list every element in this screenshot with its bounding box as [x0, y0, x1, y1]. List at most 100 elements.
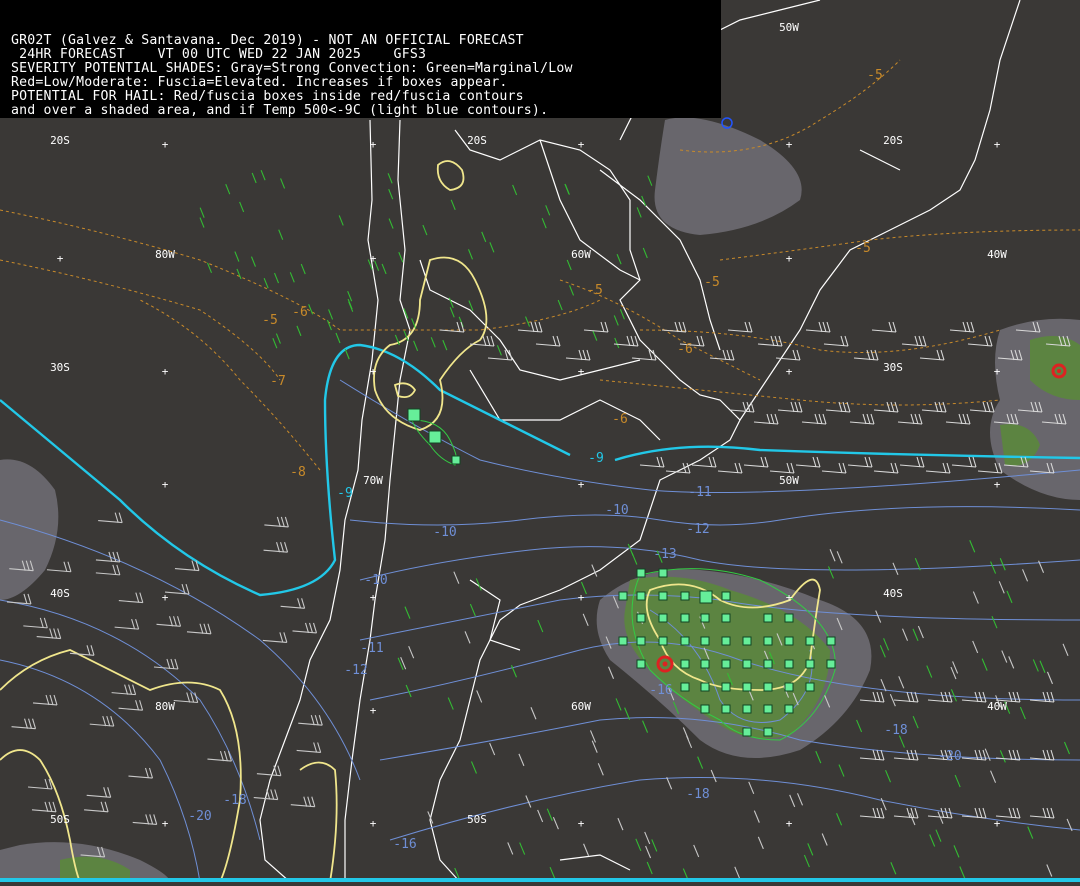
grid-cross: +	[578, 591, 585, 604]
grid-label: 30S	[883, 361, 903, 374]
wind-barb	[95, 564, 121, 576]
severity-box	[636, 613, 646, 623]
wind-barb	[27, 778, 53, 790]
grid-label: 60W	[571, 248, 591, 261]
wind-barb	[450, 199, 456, 211]
wind-barb	[1039, 660, 1046, 673]
wind-barb	[991, 615, 998, 629]
wind-barb	[496, 345, 502, 356]
wind-barb	[507, 842, 514, 855]
severity-box	[700, 659, 710, 669]
wind-barb	[935, 829, 942, 842]
severity-box	[636, 636, 646, 646]
wind-barb	[945, 413, 971, 425]
wind-barb	[847, 456, 873, 468]
severity-box	[742, 727, 752, 737]
wind-barb	[849, 413, 875, 425]
wind-barb	[743, 456, 769, 468]
severity-box	[618, 591, 628, 601]
wind-barb	[644, 831, 651, 845]
wind-barb	[264, 516, 289, 528]
wind-barb	[387, 173, 393, 184]
severity-box	[721, 613, 731, 623]
temp-label: -12	[344, 663, 367, 678]
wind-barb	[1006, 590, 1013, 604]
wind-barb	[430, 337, 436, 348]
wind-barb	[899, 456, 925, 468]
wind-barb	[447, 697, 454, 710]
wind-barb	[967, 335, 993, 347]
wind-barb	[388, 188, 394, 200]
wind-barb	[535, 335, 561, 347]
severity-box	[763, 727, 773, 737]
header-line-3: SEVERITY POTENTIAL SHADES: Gray=Strong C…	[11, 61, 573, 76]
severity-box	[721, 636, 731, 646]
temp-label: -18	[223, 793, 246, 808]
severity-box	[680, 659, 690, 669]
wind-barb	[207, 750, 232, 762]
minus9-contour	[0, 343, 1080, 597]
temp-label: -5	[704, 275, 720, 290]
wind-barb	[981, 658, 988, 671]
grid-label: 40S	[883, 587, 903, 600]
severity-box	[763, 613, 773, 623]
grid-cross: +	[994, 817, 1001, 830]
wind-barb	[296, 742, 322, 754]
wind-barb	[564, 183, 570, 195]
wind-barb	[582, 613, 589, 626]
wind-barb	[328, 309, 334, 320]
temp-label: -10	[364, 573, 387, 588]
wind-barb	[639, 456, 665, 468]
wind-barb	[880, 797, 887, 811]
wind-barb	[805, 321, 831, 333]
wind-barb	[890, 862, 897, 875]
wind-barb	[549, 866, 556, 880]
wind-barb	[969, 401, 995, 413]
grid-cross: +	[786, 138, 793, 151]
severity-box	[721, 659, 731, 669]
header-line-2: 24HR FORECAST VT 00 UTC WED 22 JAN 2025 …	[11, 47, 427, 62]
grid-cross: +	[786, 252, 793, 265]
wind-barb	[1029, 807, 1055, 819]
wind-barb	[647, 175, 653, 186]
wind-barb	[823, 335, 849, 347]
wind-barb	[775, 349, 801, 361]
grid-cross: +	[162, 138, 169, 151]
wind-barb	[422, 224, 428, 236]
wind-barb	[541, 218, 547, 229]
wind-barb	[682, 727, 689, 740]
temp-label: -5	[587, 283, 603, 298]
wind-barb	[995, 749, 1021, 761]
grid-label: 20S	[883, 134, 903, 147]
grid-cross: +	[994, 138, 1001, 151]
wind-barb	[795, 456, 821, 468]
wind-barb	[592, 330, 598, 341]
wind-barb	[836, 551, 843, 564]
temp-label: -7	[270, 374, 286, 389]
wind-barb	[512, 184, 518, 196]
severity-box	[680, 682, 690, 692]
grid-cross: +	[162, 817, 169, 830]
wind-barb	[645, 845, 652, 859]
temp-label: -16	[393, 837, 416, 852]
grid-cross: +	[578, 817, 585, 830]
temp-label: -13	[653, 547, 676, 562]
wind-barb	[709, 349, 735, 361]
wind-barb	[769, 462, 795, 474]
wind-barb	[990, 770, 997, 783]
temp-label: -20	[938, 749, 961, 764]
severity-box	[658, 568, 668, 578]
wind-barb	[128, 767, 154, 779]
severity-box	[721, 682, 731, 692]
wind-barb	[1029, 691, 1055, 703]
wind-barb	[885, 769, 892, 783]
wind-barb	[251, 172, 257, 184]
wind-barb	[859, 691, 885, 703]
temp-label: -6	[612, 412, 628, 427]
wind-barb	[537, 809, 544, 823]
wind-barb	[803, 854, 810, 868]
wind-barb	[338, 215, 344, 226]
wind-barb	[710, 769, 717, 783]
wind-barb	[972, 591, 979, 604]
wind-barb	[489, 242, 495, 253]
